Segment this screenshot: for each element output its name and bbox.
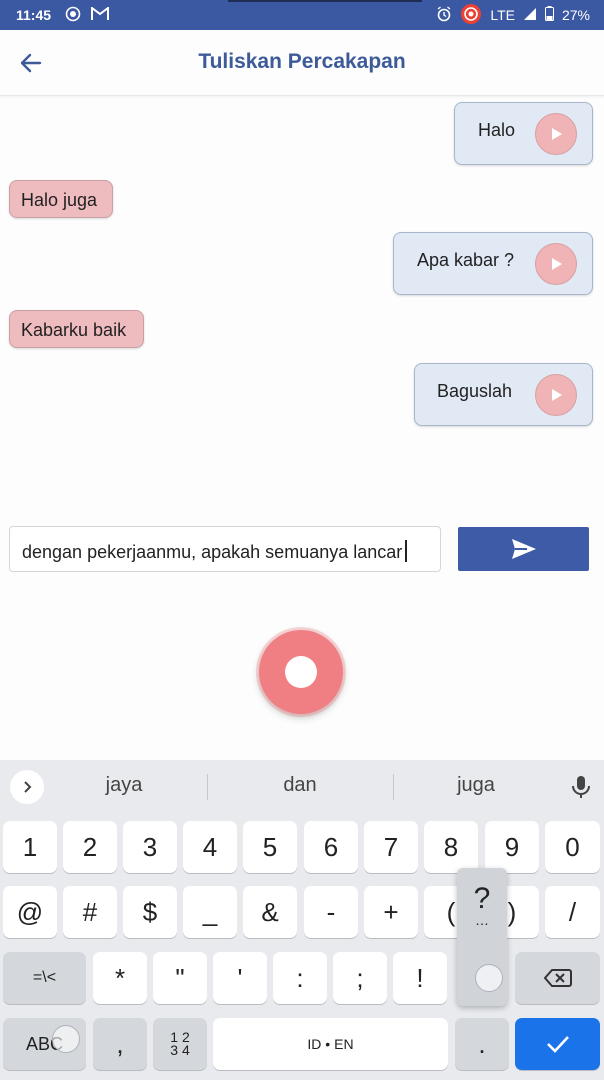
- suggestion-divider: [393, 774, 394, 800]
- comma-key[interactable]: ,: [93, 1018, 147, 1070]
- suggestion-2[interactable]: dan: [240, 774, 360, 797]
- touch-indicator: [475, 964, 503, 992]
- status-top-indicator: [228, 0, 422, 2]
- message-bubble-received: Halo juga: [9, 180, 113, 218]
- message-bubble-sent: Baguslah: [414, 363, 593, 426]
- gmail-icon: [91, 5, 110, 24]
- battery-icon: [544, 6, 554, 24]
- message-text: Apa kabar ?: [417, 250, 515, 270]
- key-8[interactable]: 8: [424, 821, 478, 873]
- key-0[interactable]: 0: [545, 821, 600, 873]
- message-text: Kabarku baik: [21, 320, 127, 340]
- key-popup: ? …: [457, 868, 507, 1006]
- space-key[interactable]: ID • EN: [213, 1018, 448, 1070]
- key-single-quote[interactable]: ': [213, 952, 267, 1004]
- alarm-icon: [436, 5, 452, 25]
- play-audio-button[interactable]: [535, 374, 577, 416]
- key-exclamation[interactable]: !: [393, 952, 447, 1004]
- send-button[interactable]: [458, 527, 589, 571]
- key-7[interactable]: 7: [364, 821, 418, 873]
- key-asterisk[interactable]: *: [93, 952, 147, 1004]
- key-at[interactable]: @: [3, 886, 57, 938]
- key-6[interactable]: 6: [304, 821, 358, 873]
- text-caret: [405, 540, 407, 562]
- key-double-quote[interactable]: ": [153, 952, 207, 1004]
- record-indicator-icon: [65, 6, 81, 25]
- message-bubble-sent: Halo: [454, 102, 593, 165]
- expand-suggestions-button[interactable]: [10, 770, 44, 804]
- message-input-value: dengan pekerjaanmu, apakah semuanya lanc…: [22, 542, 403, 562]
- popup-question-mark: ?: [473, 882, 491, 915]
- enter-key[interactable]: [515, 1018, 600, 1070]
- backspace-key[interactable]: [515, 952, 600, 1004]
- suggestion-strip: jaya dan juga: [0, 760, 604, 812]
- key-more-symbols[interactable]: =\<: [3, 952, 86, 1004]
- popup-ellipsis: …: [475, 912, 489, 928]
- key-dollar[interactable]: $: [123, 886, 177, 938]
- key-hash[interactable]: #: [63, 886, 117, 938]
- status-right: LTE 27%: [436, 3, 590, 28]
- numpad-key[interactable]: 1 2 3 4: [153, 1018, 207, 1070]
- checkmark-icon: [546, 1036, 569, 1053]
- message-bubble-received: Kabarku baik: [9, 310, 144, 348]
- touch-indicator-ghost: [52, 1025, 80, 1053]
- app-bar: Tuliskan Percakapan: [0, 30, 604, 96]
- send-icon: [511, 539, 536, 559]
- message-bubble-sent: Apa kabar ?: [393, 232, 593, 295]
- screen-record-icon: [460, 3, 482, 28]
- message-text: Baguslah: [437, 381, 513, 401]
- key-3[interactable]: 3: [123, 821, 177, 873]
- status-bar: 11:45 LTE 27%: [0, 0, 604, 30]
- key-slash[interactable]: /: [545, 886, 600, 938]
- suggestion-3[interactable]: juga: [416, 774, 536, 797]
- play-audio-button[interactable]: [535, 113, 577, 155]
- play-audio-button[interactable]: [535, 243, 577, 285]
- numpad-key-bottom: 3 4: [170, 1042, 190, 1058]
- suggestion-divider: [207, 774, 208, 800]
- period-key[interactable]: .: [455, 1018, 509, 1070]
- battery-level: 27%: [561, 7, 590, 23]
- key-5[interactable]: 5: [243, 821, 297, 873]
- play-icon: [552, 258, 562, 270]
- microphone-icon[interactable]: [568, 774, 594, 800]
- play-icon: [552, 128, 562, 140]
- record-button[interactable]: [259, 630, 343, 714]
- key-plus[interactable]: +: [364, 886, 418, 938]
- key-1[interactable]: 1: [3, 821, 57, 873]
- key-9[interactable]: 9: [485, 821, 539, 873]
- key-4[interactable]: 4: [183, 821, 237, 873]
- status-time: 11:45: [16, 7, 52, 23]
- key-ampersand[interactable]: &: [243, 886, 297, 938]
- key-2[interactable]: 2: [63, 821, 117, 873]
- play-icon: [552, 389, 562, 401]
- message-text: Halo: [478, 120, 516, 140]
- key-colon[interactable]: :: [273, 952, 327, 1004]
- message-input[interactable]: dengan pekerjaanmu, apakah semuanya lanc…: [9, 526, 441, 572]
- chevron-right-icon: [24, 781, 32, 793]
- page-title: Tuliskan Percakapan: [198, 50, 406, 73]
- key-underscore[interactable]: _: [183, 886, 237, 938]
- key-semicolon[interactable]: ;: [333, 952, 387, 1004]
- message-text: Halo juga: [21, 190, 98, 210]
- suggestion-1[interactable]: jaya: [64, 774, 184, 797]
- signal-icon: [523, 7, 537, 24]
- key-minus[interactable]: -: [304, 886, 358, 938]
- network-label: LTE: [490, 7, 515, 23]
- record-icon: [285, 656, 317, 688]
- backspace-icon: [543, 969, 572, 987]
